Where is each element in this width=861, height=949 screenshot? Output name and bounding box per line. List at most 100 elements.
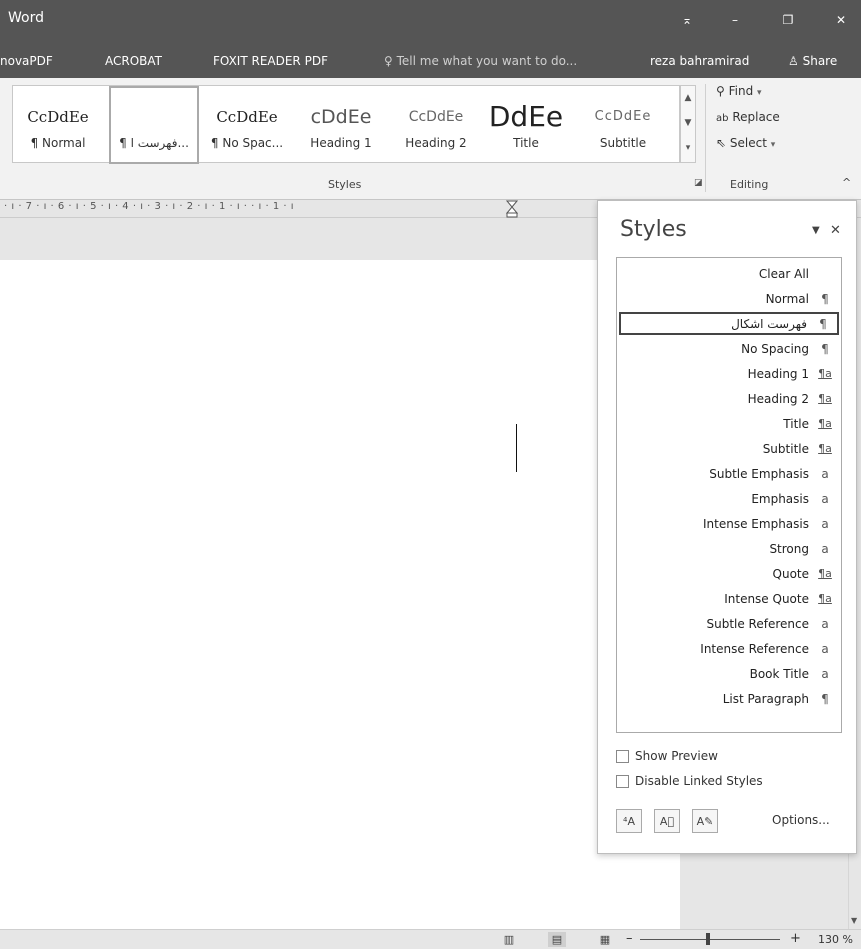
user-name[interactable]: reza bahramirad [650,54,749,68]
styles-group-label: Styles [328,178,362,191]
find-label: Find [728,84,754,98]
tab-novapdf[interactable]: novaPDF [0,54,53,68]
close-icon[interactable]: ✕ [830,223,841,238]
style-label: Heading 2 [405,136,467,150]
style-preview: DdEe [488,100,564,133]
character-style-icon: a [821,541,829,556]
style-item-book-title[interactable]: Book Title a [619,662,839,685]
indent-marker-icon[interactable] [506,200,518,218]
gallery-style-title[interactable]: DdEe Title [483,86,569,164]
tell-me-box[interactable]: ♀ Tell me what you want to do... [384,54,577,68]
tab-acrobat[interactable]: ACROBAT [105,54,162,68]
style-item-list-paragraph[interactable]: List Paragraph ¶ [619,687,839,710]
tab-foxit-reader-pdf[interactable]: FOXIT READER PDF [213,54,328,68]
style-item-label: Intense Reference [700,641,809,656]
style-item-quote[interactable]: Quote ¶a [619,562,839,585]
replace-button[interactable]: ab Replace [716,110,780,124]
collapse-ribbon-icon[interactable]: ^ [842,176,851,189]
ribbon: CcDdEe ¶ Normal ¶ فهرست ا... CcDdEe ¶ No… [0,78,861,200]
gallery-style-no-spacing[interactable]: CcDdEe ¶ No Spac... [203,86,291,164]
paragraph-icon: ¶ [821,341,829,356]
style-preview: cDdEe [310,106,372,128]
pane-options-chevron-icon[interactable]: ▼ [812,225,820,236]
read-mode-icon[interactable]: ▥ [500,932,518,947]
gallery-style-heading-2[interactable]: CcDdEe Heading 2 [391,86,481,164]
gallery-up-icon[interactable]: ▲ [681,86,695,111]
style-item-no-spacing[interactable]: No Spacing ¶ [619,337,839,360]
web-layout-icon[interactable]: ▦ [596,932,614,947]
zoom-slider-thumb[interactable] [706,933,710,945]
document-page[interactable] [0,260,680,929]
select-button[interactable]: ⇖ Select ▾ [716,136,775,150]
style-item-heading-2[interactable]: Heading 2 ¶a [619,387,839,410]
ribbon-display-options-icon[interactable]: ⌅ [672,8,702,32]
paragraph-icon: ¶ [821,691,829,706]
style-item-label: List Paragraph [722,691,809,706]
style-item-title[interactable]: Title ¶a [619,412,839,435]
linked-style-icon: ¶a [818,392,832,405]
style-item-figures-list[interactable]: فهرست اشکال ¶ [619,312,839,335]
style-label: Subtitle [599,136,647,150]
style-item-label: Quote [772,566,809,581]
zoom-slider-track[interactable] [640,939,780,940]
style-item-subtle-emphasis[interactable]: Subtle Emphasis a [619,462,839,485]
replace-icon: ab [716,113,729,124]
manage-styles-icon[interactable]: A✎ [692,809,718,833]
show-preview-checkbox[interactable]: Show Preview [616,749,718,763]
style-item-normal[interactable]: Normal ¶ [619,287,839,310]
style-item-clear-all[interactable]: Clear All [619,262,839,285]
new-style-icon[interactable]: ⁴A [616,809,642,833]
zoom-level[interactable]: 130 % [818,933,853,946]
style-item-label: Intense Emphasis [703,516,809,531]
editing-group-label: Editing [730,178,769,191]
checkbox-box[interactable] [616,774,629,788]
gallery-style-normal[interactable]: CcDdEe ¶ Normal [13,86,103,164]
style-inspector-icon[interactable]: A⃝ [654,809,680,833]
styles-pane: Styles ▼ ✕ Clear All Normal ¶ فهرست اشکال… [597,200,857,854]
show-preview-label: Show Preview [635,749,718,763]
select-label: Select [729,136,767,150]
style-item-emphasis[interactable]: Emphasis a [619,487,839,510]
style-label: ¶ فهرست ا... [119,136,189,150]
zoom-out-icon[interactable]: – [626,931,633,946]
options-link[interactable]: Options... [772,813,830,827]
linked-style-icon: ¶a [818,592,832,605]
zoom-in-icon[interactable]: + [790,931,801,946]
style-item-heading-1[interactable]: Heading 1 ¶a [619,362,839,385]
find-button[interactable]: ⚲ Find ▾ [716,84,762,98]
gallery-down-icon[interactable]: ▼ [681,111,695,136]
close-button[interactable]: ✕ [826,8,856,32]
print-layout-icon[interactable]: ▤ [548,932,566,947]
disable-linked-styles-checkbox[interactable]: Disable Linked Styles [616,774,763,788]
style-item-intense-emphasis[interactable]: Intense Emphasis a [619,512,839,535]
gallery-more-icon[interactable]: ▾ [681,136,695,161]
share-button[interactable]: ♙ Share [788,54,837,68]
group-divider [705,84,706,192]
style-item-strong[interactable]: Strong a [619,537,839,560]
gallery-style-heading-1[interactable]: cDdEe Heading 1 [293,86,389,164]
style-item-label: Emphasis [751,491,809,506]
gallery-style-figures-list[interactable]: ¶ فهرست ا... [109,86,199,164]
style-item-intense-quote[interactable]: Intense Quote ¶a [619,587,839,610]
style-item-intense-reference[interactable]: Intense Reference a [619,637,839,660]
character-style-icon: a [821,616,829,631]
gallery-scroll: ▲ ▼ ▾ [680,85,696,163]
style-preview: CcDdEe [408,109,464,125]
restore-button[interactable]: ❐ [773,8,803,32]
style-label: ¶ No Spac... [210,136,284,150]
app-title: Word [8,10,44,26]
style-item-subtle-reference[interactable]: Subtle Reference a [619,612,839,635]
character-style-icon: a [821,641,829,656]
style-item-subtitle[interactable]: Subtitle ¶a [619,437,839,460]
cursor-arrow-icon: ⇖ [716,136,727,150]
paragraph-icon: ¶ [819,316,827,331]
checkbox-box[interactable] [616,749,629,763]
minimize-button[interactable]: – [720,8,750,32]
share-label: Share [802,54,838,68]
styles-dialog-launcher-icon[interactable]: ◪ [694,178,703,188]
character-style-icon: a [821,491,829,506]
scroll-down-icon[interactable]: ▼ [851,916,857,925]
tell-me-text: Tell me what you want to do... [396,54,578,68]
style-item-label: Subtle Emphasis [709,466,809,481]
gallery-style-subtitle[interactable]: CcDdEe Subtitle [575,86,671,164]
